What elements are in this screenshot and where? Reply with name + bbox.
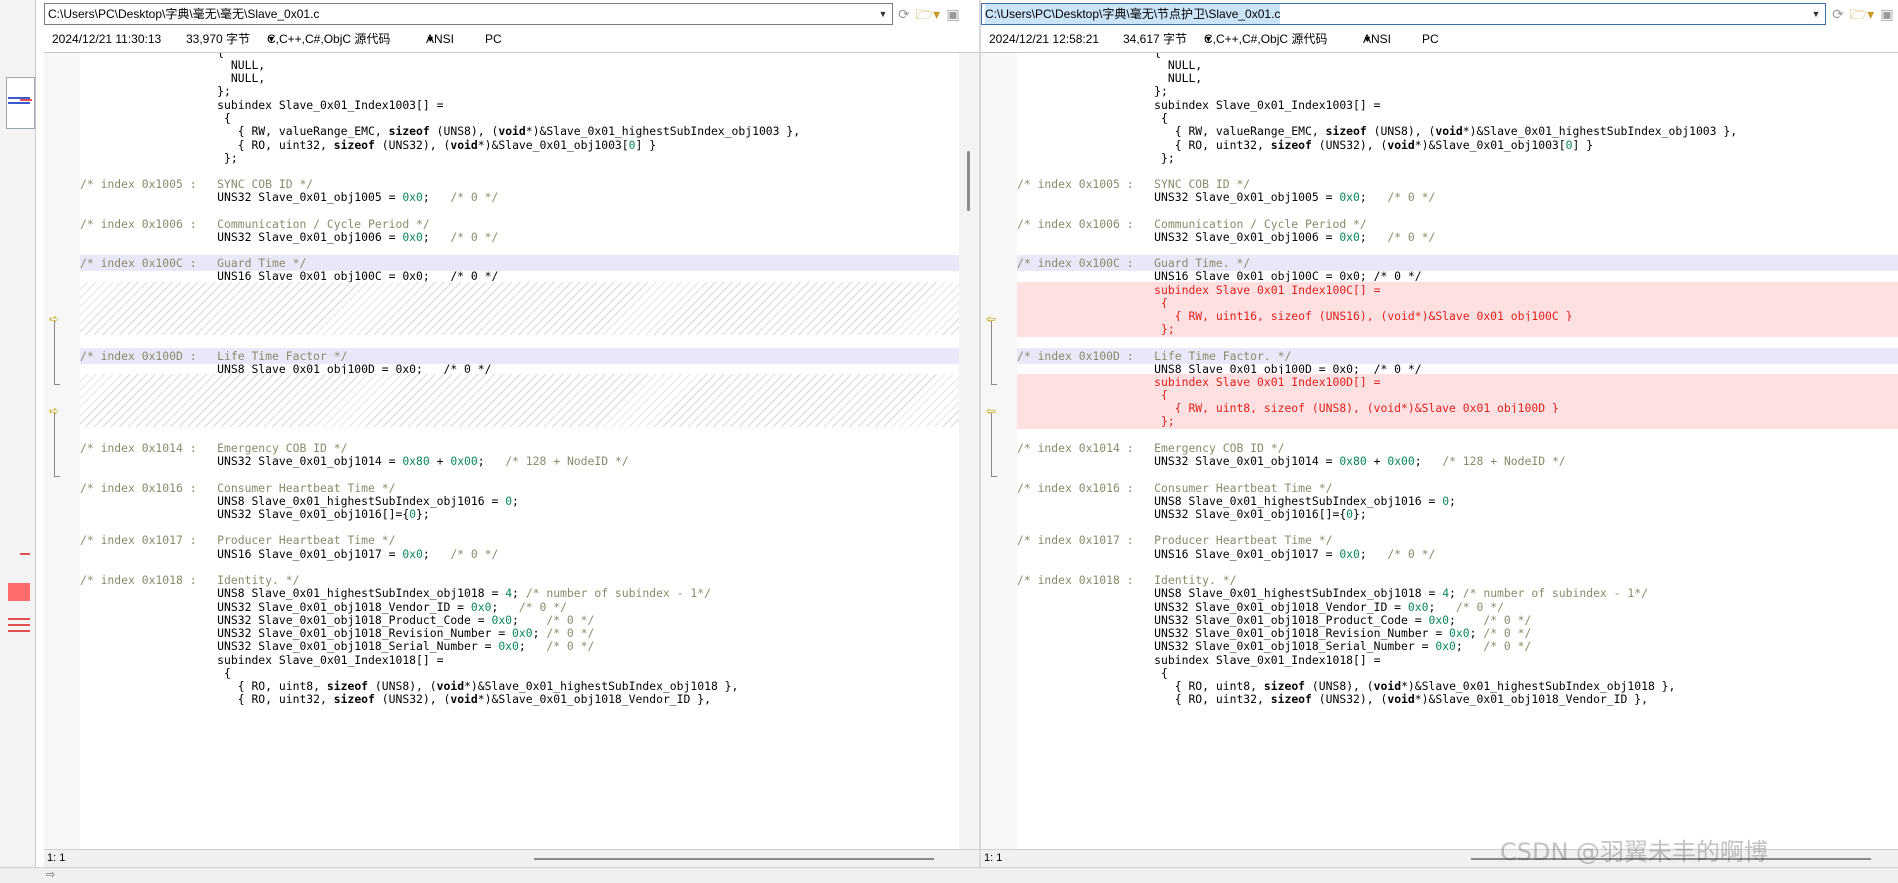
chevron-down-icon: ▼ xyxy=(426,34,435,44)
left-file-info: 2024/12/21 11:30:13 33,970 字节 C,C++,C#,O… xyxy=(44,28,979,50)
arrow-marker-icon[interactable]: ➪ xyxy=(49,313,63,325)
diff-bracket xyxy=(54,384,60,385)
code-line: UNS32 Slave_0x01_obj1005 = 0x0; /* 0 */ xyxy=(80,190,499,204)
cursor-position: 1: 1 xyxy=(47,852,66,864)
folder-open-icon[interactable]: 🗁▾ xyxy=(915,3,941,25)
code-line: UNS16 Slave_0x01_obj1017 = 0x0; /* 0 */ xyxy=(80,547,499,561)
language-label: C,C++,C#,ObjC 源代码 xyxy=(267,32,391,46)
horizontal-scrollbar[interactable] xyxy=(534,858,934,860)
diff-bracket xyxy=(54,321,55,384)
file-lineend[interactable]: PC xyxy=(485,28,502,50)
file-lineend[interactable]: PC xyxy=(1422,28,1439,50)
right-code-view[interactable]: { NULL, NULL, }; subindex Slave_0x01_Ind… xyxy=(1017,53,1898,849)
file-size: 33,970 字节 xyxy=(186,32,251,46)
missing-lines-placeholder xyxy=(80,282,959,335)
code-line: { RO, uint32, sizeof (UNS32), (void*)&Sl… xyxy=(1017,692,1648,706)
left-code-view[interactable]: { NULL, NULL, }; subindex Slave_0x01_Ind… xyxy=(80,53,959,849)
folder-open-icon[interactable]: 🗁▾ xyxy=(1849,3,1875,25)
diff-overview-strip[interactable] xyxy=(0,0,36,883)
code-line: UNS32 Slave_0x01_obj1006 = 0x0; /* 0 */ xyxy=(1017,230,1436,244)
left-file-pane: C:\Users\PC\Desktop\字典\毫无\毫无\Slave_0x01.… xyxy=(44,0,979,867)
language-label: C,C++,C#,ObjC 源代码 xyxy=(1204,32,1328,46)
left-path-text: C:\Users\PC\Desktop\字典\毫无\毫无\Slave_0x01.… xyxy=(48,7,320,21)
watermark: CSDN @羽翼未丰的啊博 xyxy=(1500,838,1769,866)
file-date: 2024/12/21 11:30:13 xyxy=(52,32,162,46)
code-line: UNS32 Slave_0x01_obj1005 = 0x0; /* 0 */ xyxy=(1017,190,1436,204)
code-line: UNS32 Slave_0x01_obj1006 = 0x0; /* 0 */ xyxy=(80,230,499,244)
code-line: UNS32 Slave_0x01_obj1016[]={0}; xyxy=(80,507,430,521)
chevron-down-icon: ▼ xyxy=(1204,34,1213,44)
added-line: }; xyxy=(1017,321,1898,337)
right-file-info: 2024/12/21 12:58:21 34,617 字节 C,C++,C#,O… xyxy=(981,28,1898,50)
overview-change-mark xyxy=(8,630,30,632)
save-icon[interactable]: ▣ xyxy=(1878,3,1896,25)
chevron-down-icon: ▼ xyxy=(1363,34,1372,44)
overview-change-mark xyxy=(8,618,30,620)
arrow-marker-icon[interactable]: ⇦ xyxy=(986,313,1000,325)
refresh-icon[interactable]: ⟳ xyxy=(895,3,913,25)
arrow-marker-icon[interactable]: ➪ xyxy=(49,405,63,417)
left-path-bar: C:\Users\PC\Desktop\字典\毫无\毫无\Slave_0x01.… xyxy=(44,3,979,25)
right-path-bar: C:\Users\PC\Desktop\字典\毫无\节点护卫\Slave_0x0… xyxy=(981,3,1898,25)
overview-change-mark xyxy=(8,102,30,104)
cursor-position: 1: 1 xyxy=(984,852,1003,864)
code-line: UNS32 Slave_0x01_obj1016[]={0}; xyxy=(1017,507,1367,521)
chevron-down-icon[interactable]: ▼ xyxy=(875,5,891,23)
left-gutter: ➪ ➪ xyxy=(44,53,80,849)
code-line: }; xyxy=(80,151,238,165)
save-icon[interactable]: ▣ xyxy=(944,3,962,25)
diff-bracket xyxy=(991,384,997,385)
overview-change-mark xyxy=(20,553,30,555)
left-path-input[interactable]: C:\Users\PC\Desktop\字典\毫无\毫无\Slave_0x01.… xyxy=(44,3,893,25)
diff-bracket xyxy=(54,413,55,476)
file-size: 34,617 字节 xyxy=(1123,32,1188,46)
left-status-bar: 1: 1 xyxy=(44,849,979,867)
left-vertical-scrollbar[interactable] xyxy=(959,53,979,849)
right-file-pane: C:\Users\PC\Desktop\字典\毫无\节点护卫\Slave_0x0… xyxy=(981,0,1898,867)
scroll-thumb[interactable] xyxy=(967,151,970,211)
missing-lines-placeholder xyxy=(80,374,959,427)
right-gutter: ⇦ ⇦ xyxy=(981,53,1017,849)
code-line: { RO, uint32, sizeof (UNS32), (void*)&Sl… xyxy=(80,692,711,706)
code-line: }; xyxy=(1017,151,1175,165)
diff-bracket xyxy=(991,476,997,477)
code-line: UNS32 Slave_0x01_obj1014 = 0x80 + 0x00; … xyxy=(1017,454,1566,468)
overview-change-mark xyxy=(8,583,30,601)
code-line: UNS32 Slave_0x01_obj1014 = 0x80 + 0x00; … xyxy=(80,454,629,468)
overview-change-mark xyxy=(8,624,30,626)
refresh-icon[interactable]: ⟳ xyxy=(1829,3,1847,25)
overview-change-mark xyxy=(20,99,32,101)
bottom-bar: ⇨ xyxy=(0,867,1898,883)
diff-bracket xyxy=(54,476,60,477)
code-line: UNS16 Slave_0x01_obj1017 = 0x0; /* 0 */ xyxy=(1017,547,1436,561)
chevron-down-icon: ▼ xyxy=(267,34,276,44)
file-date: 2024/12/21 12:58:21 xyxy=(989,32,1100,46)
chevron-down-icon[interactable]: ▼ xyxy=(1808,5,1824,23)
diff-bracket xyxy=(991,413,992,476)
arrow-marker-icon[interactable]: ⇨ xyxy=(46,868,55,881)
diff-bracket xyxy=(991,321,992,384)
added-line: }; xyxy=(1017,413,1898,429)
right-path-input[interactable]: C:\Users\PC\Desktop\字典\毫无\节点护卫\Slave_0x0… xyxy=(981,3,1826,25)
arrow-marker-icon[interactable]: ⇦ xyxy=(986,405,1000,417)
right-path-text: C:\Users\PC\Desktop\字典\毫无\节点护卫\Slave_0x0… xyxy=(985,4,1281,24)
